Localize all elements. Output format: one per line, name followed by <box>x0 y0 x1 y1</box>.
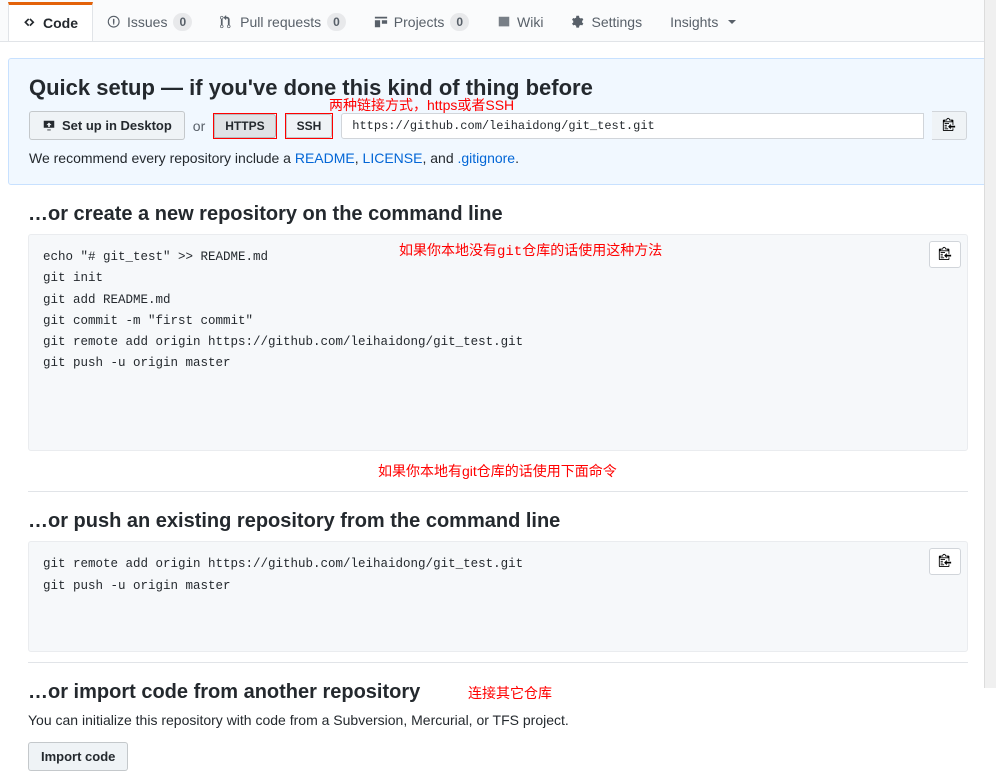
scrollbar[interactable] <box>984 0 996 688</box>
main-content: Quick setup — if you've done this kind o… <box>0 58 996 781</box>
tab-projects[interactable]: Projects 0 <box>360 0 483 41</box>
tab-code[interactable]: Code <box>8 2 93 41</box>
tab-insights-label: Insights <box>670 14 718 30</box>
annotation-has-repo: 如果你本地有git仓库的话使用下面命令 <box>28 461 968 481</box>
create-repo-title: …or create a new repository on the comma… <box>28 203 968 226</box>
annotation-import: 连接其它仓库 <box>468 683 552 703</box>
create-repo-code-text: echo "# git_test" >> README.md git init … <box>43 250 523 370</box>
clone-row: Set up in Desktop or HTTPS SSH 两种链接方式，ht… <box>29 111 967 140</box>
tab-pulls-label: Pull requests <box>240 14 321 30</box>
push-repo-code-text: git remote add origin https://github.com… <box>43 557 523 592</box>
repo-tabnav: Code Issues 0 Pull requests 0 Projects 0… <box>0 0 996 42</box>
tab-pulls[interactable]: Pull requests 0 <box>206 0 360 41</box>
pull-request-icon <box>220 15 234 29</box>
or-text: or <box>193 118 205 134</box>
gitignore-link[interactable]: .gitignore <box>458 150 516 166</box>
tab-wiki-label: Wiki <box>517 14 543 30</box>
gear-icon <box>571 15 585 29</box>
license-link[interactable]: LICENSE <box>363 150 423 166</box>
issue-icon <box>107 15 121 29</box>
https-button[interactable]: HTTPS <box>214 114 275 138</box>
tab-issues-label: Issues <box>127 14 167 30</box>
project-icon <box>374 15 388 29</box>
annotation-no-repo: 如果你本地没有git仓库的话使用这种方法 <box>399 241 662 265</box>
tab-issues[interactable]: Issues 0 <box>93 0 206 41</box>
caret-down-icon <box>728 20 736 24</box>
push-repo-section: …or push an existing repository from the… <box>8 492 988 662</box>
recommend-text: We recommend every repository include a … <box>29 150 967 166</box>
tab-insights[interactable]: Insights <box>656 1 750 40</box>
copy-create-button[interactable] <box>929 241 961 268</box>
create-repo-code[interactable]: echo "# git_test" >> README.md git init … <box>28 234 968 451</box>
tab-settings[interactable]: Settings <box>557 1 656 40</box>
tab-settings-label: Settings <box>591 14 642 30</box>
clipboard-icon <box>942 117 956 131</box>
protocol-group: HTTPS <box>213 113 276 139</box>
create-repo-section: …or create a new repository on the comma… <box>8 185 988 491</box>
tab-code-label: Code <box>43 15 78 31</box>
pulls-count: 0 <box>327 13 346 31</box>
setup-desktop-label: Set up in Desktop <box>62 118 172 133</box>
tab-wiki[interactable]: Wiki <box>483 1 557 40</box>
push-repo-title: …or push an existing repository from the… <box>28 510 968 533</box>
setup-desktop-button[interactable]: Set up in Desktop <box>29 111 185 140</box>
projects-count: 0 <box>450 13 469 31</box>
desktop-download-icon <box>42 119 56 133</box>
book-icon <box>497 15 511 29</box>
protocol-group-ssh: SSH <box>285 113 334 139</box>
ssh-button[interactable]: SSH <box>286 114 333 138</box>
code-icon <box>23 16 37 30</box>
readme-link[interactable]: README <box>295 150 355 166</box>
annotation-protocol: 两种链接方式，https或者SSH <box>329 95 514 115</box>
clone-url-input[interactable] <box>341 113 924 139</box>
push-repo-code[interactable]: git remote add origin https://github.com… <box>28 541 968 652</box>
issues-count: 0 <box>173 13 192 31</box>
quick-setup-box: Quick setup — if you've done this kind o… <box>8 58 988 185</box>
import-desc: You can initialize this repository with … <box>28 712 968 728</box>
recommend-pre: We recommend every repository include a <box>29 150 295 166</box>
import-code-button[interactable]: Import code <box>28 742 128 771</box>
tab-projects-label: Projects <box>394 14 445 30</box>
import-section: 连接其它仓库 …or import code from another repo… <box>8 663 988 781</box>
copy-push-button[interactable] <box>929 548 961 575</box>
copy-url-button[interactable] <box>932 111 967 140</box>
